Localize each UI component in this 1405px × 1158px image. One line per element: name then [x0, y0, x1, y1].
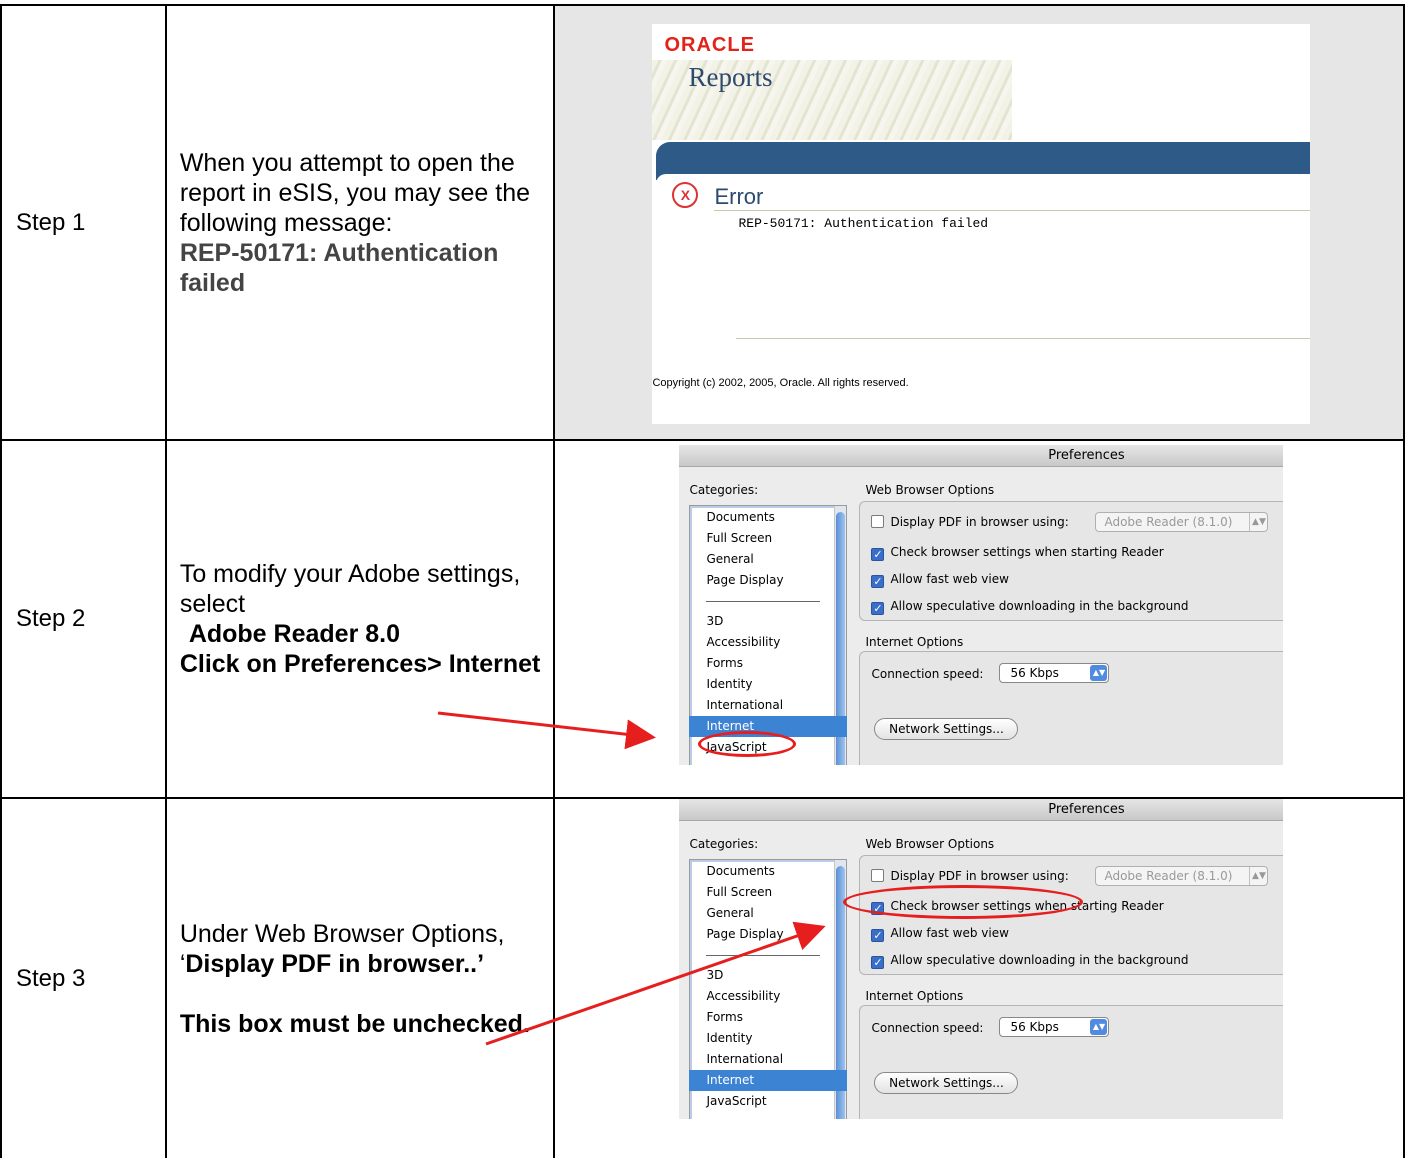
category-item[interactable]: Forms — [706, 1007, 742, 1028]
step-label: Step 3 — [0, 797, 167, 1158]
screenshot-cell: ORACLE Reports X Error REP-50171: Authen… — [553, 4, 1405, 441]
category-item[interactable]: International — [706, 695, 783, 716]
fast-web-view-option[interactable]: ✓ Allow fast web view — [871, 572, 1009, 588]
oracle-reports-error-screenshot: ORACLE Reports X Error REP-50171: Authen… — [652, 24, 1311, 424]
category-item[interactable]: Forms — [706, 653, 742, 674]
preferences-window: Preferences Categories: Documents Full S… — [679, 799, 1284, 1119]
category-item[interactable]: Identity — [706, 1028, 752, 1049]
checkbox[interactable]: ✓ — [871, 929, 885, 942]
step-label: Step 2 — [0, 439, 167, 799]
network-settings-button[interactable]: Network Settings... — [874, 718, 1019, 740]
error-message-text: REP-50171: Authentication failed — [179, 238, 499, 297]
category-item[interactable]: JavaScript — [706, 737, 766, 758]
category-item[interactable]: International — [706, 1049, 783, 1070]
display-pdf-option[interactable]: Display PDF in browser using: — [871, 869, 1069, 883]
step-row-1: Step 1 When you attempt to open the repo… — [0, 4, 1405, 441]
category-item[interactable]: JavaScript — [706, 1091, 766, 1112]
network-settings-button[interactable]: Network Settings... — [874, 1072, 1019, 1094]
reader-select[interactable]: Adobe Reader (8.1.0) ▲▼ — [1095, 512, 1269, 532]
category-item[interactable]: General — [706, 903, 753, 924]
speculative-download-option[interactable]: ✓ Allow speculative downloading in the ba… — [871, 599, 1188, 615]
category-item[interactable]: Documents — [706, 507, 774, 528]
web-browser-options-heading: Web Browser Options — [865, 483, 995, 497]
chevron-updown-icon: ▲▼ — [1090, 665, 1108, 681]
checkbox[interactable] — [871, 515, 885, 528]
step-description: When you attempt to open the report in e… — [164, 4, 556, 441]
error-x-icon: X — [672, 182, 699, 208]
checkbox[interactable]: ✓ — [871, 602, 885, 615]
check-browser-settings-option[interactable]: ✓ Check browser settings when starting Re… — [871, 899, 1164, 915]
category-item-internet[interactable]: Internet — [689, 1070, 848, 1091]
category-item[interactable]: Full Screen — [706, 528, 772, 549]
error-message: REP-50171: Authentication failed — [738, 216, 989, 231]
chevron-updown-icon: ▲▼ — [1249, 513, 1267, 531]
preferences-window: Preferences Categories: Documents Full S… — [679, 445, 1284, 765]
description-bold: Display PDF in browser..’ — [185, 949, 485, 978]
chevron-updown-icon: ▲▼ — [1249, 867, 1267, 885]
instruction-table: Step 1 When you attempt to open the repo… — [0, 4, 1405, 1158]
description-text: When you attempt to open the report in e… — [179, 148, 530, 237]
copyright: Copyright (c) 2002, 2005, Oracle. All ri… — [652, 377, 909, 389]
category-item[interactable]: Documents — [706, 861, 774, 882]
description-text: To modify your Adobe settings, select — [179, 560, 521, 618]
category-item[interactable]: Full Screen — [706, 882, 772, 903]
step-row-2: Step 2 To modify your Adobe settings, se… — [0, 439, 1405, 799]
chevron-updown-icon: ▲▼ — [1090, 1019, 1108, 1035]
title-bar: Preferences — [679, 799, 1284, 821]
checkbox[interactable] — [871, 869, 885, 882]
internet-options-heading: Internet Options — [865, 989, 964, 1003]
window-title: Preferences — [1048, 802, 1125, 817]
error-title: Error — [714, 184, 764, 209]
connection-speed-select[interactable]: 56 Kbps ▲▼ — [999, 1017, 1110, 1037]
oracle-logo: ORACLE — [664, 34, 755, 56]
title-bar: Preferences — [679, 445, 1284, 467]
fast-web-view-option[interactable]: ✓ Allow fast web view — [871, 926, 1009, 942]
checkbox[interactable]: ✓ — [871, 548, 885, 561]
category-item[interactable]: Page Display — [706, 924, 783, 945]
check-browser-settings-option[interactable]: ✓ Check browser settings when starting Re… — [871, 545, 1164, 561]
description-bold: Adobe Reader 8.0 — [188, 620, 400, 648]
step-description: Under Web Browser Options, ‘Display PDF … — [164, 797, 556, 1158]
reader-select[interactable]: Adobe Reader (8.1.0) ▲▼ — [1095, 866, 1269, 886]
category-item[interactable]: 3D — [706, 965, 723, 986]
category-item[interactable]: General — [706, 549, 753, 570]
connection-speed-select[interactable]: 56 Kbps ▲▼ — [999, 663, 1110, 683]
step-description: To modify your Adobe settings, select Ad… — [164, 439, 556, 799]
category-item[interactable]: 3D — [706, 611, 723, 632]
screenshot-cell: Preferences Categories: Documents Full S… — [553, 439, 1405, 799]
speculative-download-option[interactable]: ✓ Allow speculative downloading in the ba… — [871, 953, 1188, 969]
category-item[interactable]: Accessibility — [706, 986, 780, 1007]
description-bold: This box must be unchecked. — [179, 1009, 530, 1038]
category-item[interactable]: Identity — [706, 674, 752, 695]
categories-label: Categories: — [689, 837, 759, 851]
screenshot-cell: Preferences Categories: Documents Full S… — [553, 797, 1405, 1158]
reports-heading: Reports — [688, 62, 773, 92]
category-item-internet[interactable]: Internet — [689, 716, 848, 737]
step-label: Step 1 — [0, 4, 167, 441]
checkbox[interactable]: ✓ — [871, 956, 885, 969]
checkbox[interactable]: ✓ — [871, 575, 885, 588]
display-pdf-option[interactable]: Display PDF in browser using: — [871, 515, 1069, 529]
connection-speed-label: Connection speed: — [871, 1021, 984, 1035]
internet-options-heading: Internet Options — [865, 635, 964, 649]
categories-label: Categories: — [689, 483, 759, 497]
description-bold: Click on Preferences> Internet — [179, 650, 541, 678]
category-item[interactable]: Page Display — [706, 570, 783, 591]
step-row-3: Step 3 Under Web Browser Options, ‘Displ… — [0, 797, 1405, 1158]
web-browser-options-heading: Web Browser Options — [865, 837, 995, 851]
checkbox[interactable]: ✓ — [871, 902, 885, 915]
category-item[interactable]: Accessibility — [706, 632, 780, 653]
window-title: Preferences — [1048, 448, 1125, 463]
connection-speed-label: Connection speed: — [871, 667, 984, 681]
